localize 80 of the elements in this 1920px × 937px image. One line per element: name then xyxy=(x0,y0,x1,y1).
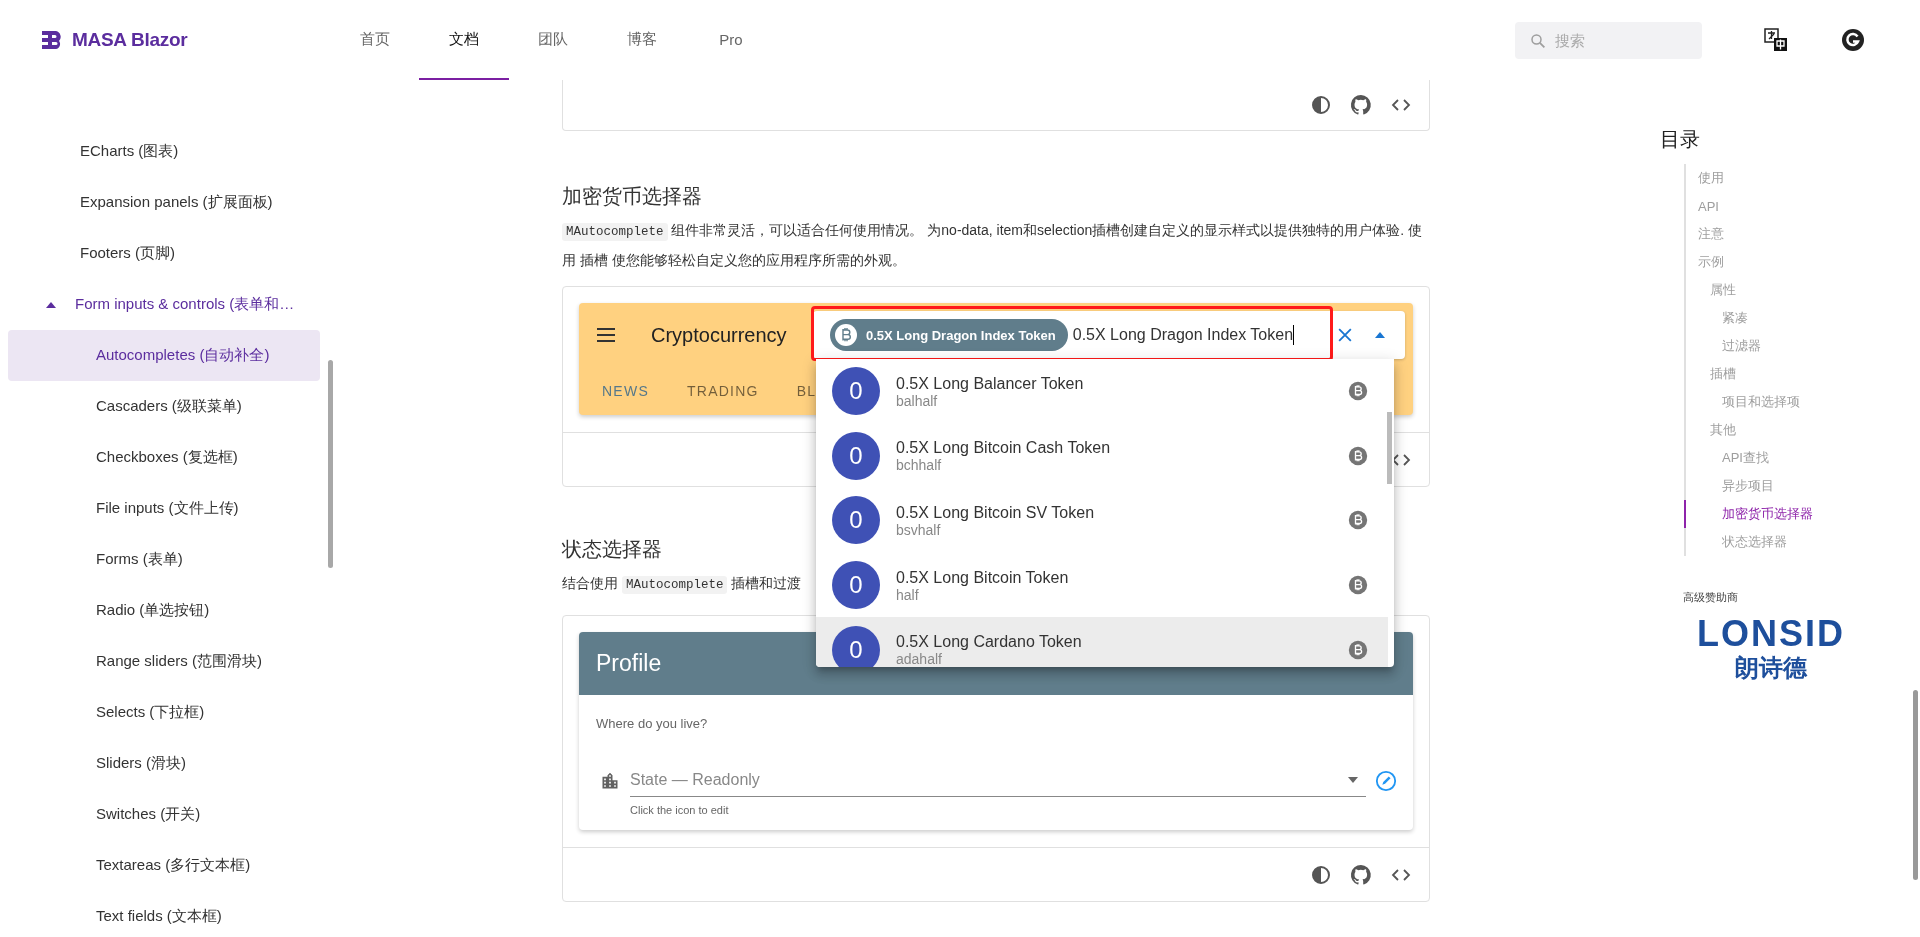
token-name: 0.5X Long Balancer Token xyxy=(896,373,1085,393)
token-name: 0.5X Long Bitcoin SV Token xyxy=(896,503,1096,522)
avatar: 0 xyxy=(832,496,880,545)
scrollbar[interactable] xyxy=(1387,412,1392,484)
edit-icon[interactable] xyxy=(1375,769,1397,792)
menu-item[interactable]: 0 0.5X Long Bitcoin Cash Token bchhalf xyxy=(816,423,1388,489)
sponsor-label: 高级赞助商 xyxy=(1683,590,1739,605)
scrollbar[interactable] xyxy=(328,360,333,568)
sidebar-item[interactable]: Forms (表单) xyxy=(8,534,320,585)
sidebar-group[interactable]: Form inputs & controls (表单和… xyxy=(75,295,295,314)
menu-item[interactable]: 0 0.5X Long Bitcoin Token half xyxy=(816,552,1388,618)
card-title: Profile xyxy=(596,650,662,677)
nav-tab[interactable]: Pro xyxy=(686,0,776,80)
sidebar-item[interactable]: Textareas (多行文本框) xyxy=(8,840,320,891)
translate-icon[interactable] xyxy=(1764,28,1788,52)
token-name: 0.5X Long Cardano Token xyxy=(896,632,1083,652)
bitcoin-icon xyxy=(1348,445,1368,466)
avatar: 0 xyxy=(832,431,880,480)
theme-icon[interactable] xyxy=(1309,93,1333,117)
brand-name[interactable]: MASA Blazor xyxy=(72,29,188,51)
token-name: 0.5X Long Bitcoin Cash Token xyxy=(896,438,1112,458)
search-field[interactable]: 搜索 xyxy=(1515,21,1702,59)
github-icon[interactable] xyxy=(1349,862,1373,887)
bitcoin-icon xyxy=(1348,639,1368,660)
city-icon xyxy=(600,770,620,791)
nav-tab[interactable]: 团队 xyxy=(508,0,598,80)
dropdown-icon xyxy=(1348,777,1358,783)
avatar: 0 xyxy=(832,625,880,667)
sidebar-item[interactable]: Range sliders (范围滑块) xyxy=(8,636,320,687)
description-text: MAutocomplete 组件非常灵活，可以适合任何使用情况。 为no-data, item和selection插槽创建自定义的显示样式以提供独特的用户体验. 使用 插槽 使您能够轻松自定义您的应用程序所需的外观。 xyxy=(562,221,1424,270)
account-icon[interactable] xyxy=(1841,28,1865,52)
section-heading: 状态选择器 xyxy=(562,537,663,562)
nav-tab[interactable]: 首页 xyxy=(330,0,420,80)
toc-item[interactable]: 加密货币选择器 xyxy=(1684,500,1920,528)
logo-icon xyxy=(40,30,64,50)
bitcoin-icon xyxy=(1348,575,1368,596)
sidebar-item[interactable]: Autocompletes (自动补全) xyxy=(8,330,320,381)
sidebar-item[interactable]: Footers (页脚) xyxy=(8,228,320,279)
sidebar-item[interactable]: Checkboxes (复选框) xyxy=(8,432,320,483)
toolbar-tab[interactable]: TRADING xyxy=(668,367,778,415)
toc-title: 目录 xyxy=(1660,127,1701,152)
autocomplete-field[interactable]: 0.5X Long Dragon Index Token 0.5X Long Dragon Index Token xyxy=(813,311,1405,359)
sidebar-item[interactable]: Sliders (滑块) xyxy=(8,738,320,789)
token-name: 0.5X Long Bitcoin Token xyxy=(896,567,1070,587)
token-symbol: bsvhalf xyxy=(896,522,942,538)
sidebar-item[interactable]: Text fields (文本框) xyxy=(8,891,320,937)
avatar: 0 xyxy=(832,367,880,416)
search-icon xyxy=(1529,31,1547,50)
github-icon[interactable] xyxy=(1349,93,1373,117)
caret-icon[interactable] xyxy=(1375,332,1385,338)
hint-text: Click the icon to edit xyxy=(630,804,730,816)
avatar: 0 xyxy=(832,561,880,610)
token-symbol: adahalf xyxy=(896,651,943,667)
state-select[interactable]: State — Readonly xyxy=(630,764,1366,797)
nav-tab[interactable]: 文档 xyxy=(419,0,509,80)
bitcoin-icon xyxy=(1348,381,1368,402)
menu-item[interactable]: 0 0.5X Long Balancer Token balhalf xyxy=(816,359,1388,424)
caret-icon[interactable] xyxy=(46,301,56,308)
section-heading: 加密货币选择器 xyxy=(562,184,703,209)
menu-item[interactable]: 0 0.5X Long Bitcoin SV Token bsvhalf xyxy=(816,488,1388,553)
sidebar-item[interactable]: Expansion panels (扩展面板) xyxy=(8,177,320,228)
sidebar-item[interactable]: File inputs (文件上传) xyxy=(8,483,320,534)
menu-item[interactable]: 0 0.5X Long Cardano Token adahalf xyxy=(816,617,1388,667)
input-text[interactable]: 0.5X Long Dragon Index Token xyxy=(1072,326,1294,344)
prompt-text: Where do you live? xyxy=(596,715,709,732)
token-symbol: balhalf xyxy=(896,392,939,409)
bitcoin-icon xyxy=(1348,510,1368,531)
token-symbol: bchhalf xyxy=(896,457,943,474)
nav-tab[interactable]: 博客 xyxy=(597,0,687,80)
bitcoin-icon xyxy=(834,323,858,347)
token-symbol: half xyxy=(896,586,920,603)
sidebar-item[interactable]: Cascaders (级联菜单) xyxy=(8,381,320,432)
sidebar-item[interactable]: Radio (单选按钮) xyxy=(8,585,320,636)
sponsor-logo[interactable]: LONSID 朗诗德 xyxy=(1683,615,1859,683)
toolbar-title: Cryptocurrency xyxy=(651,323,788,347)
scrollbar[interactable] xyxy=(1913,690,1918,880)
sidebar-item[interactable]: ECharts (图表) xyxy=(8,126,320,177)
sidebar-item[interactable]: Switches (开关) xyxy=(8,789,320,840)
sidebar-item[interactable]: Selects (下拉框) xyxy=(8,687,320,738)
selected-chip[interactable]: 0.5X Long Dragon Index Token xyxy=(830,319,1068,351)
